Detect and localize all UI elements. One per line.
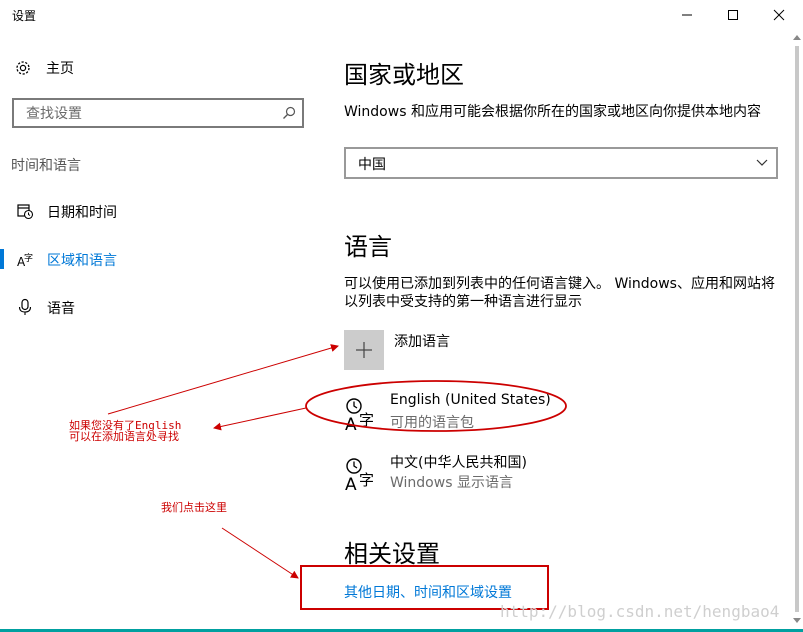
watermark: http://blog.csdn.net/hengbao4 xyxy=(500,602,780,621)
arrow-to-add-language xyxy=(107,344,339,415)
arrow-from-ellipse xyxy=(213,407,307,431)
annotation-english-line2: 可以在添加语言处寻找 xyxy=(69,430,179,443)
annotation-overlay xyxy=(107,344,567,610)
arrow-to-link xyxy=(221,527,299,579)
highlight-ellipse xyxy=(305,380,567,432)
annotation-click-here: 我们点击这里 xyxy=(161,501,227,514)
